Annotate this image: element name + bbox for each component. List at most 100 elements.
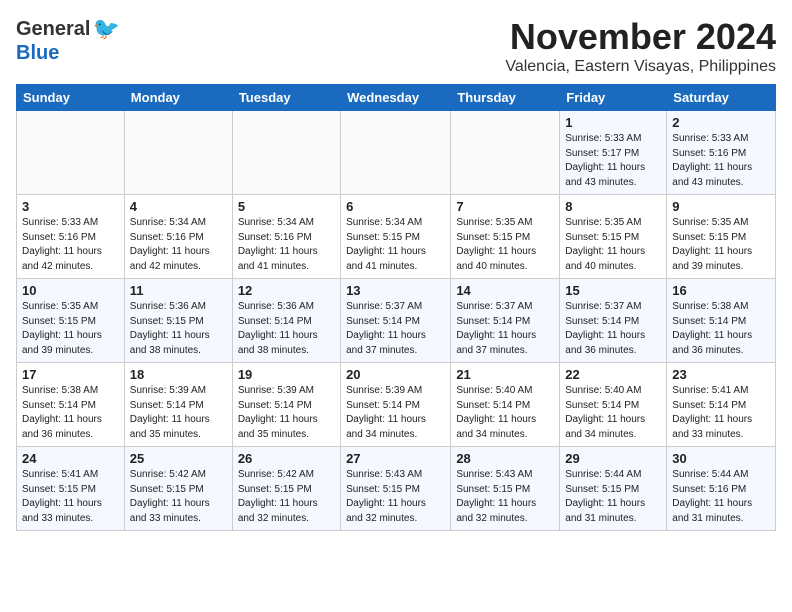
day-detail: Sunrise: 5:40 AMSunset: 5:14 PMDaylight:… (565, 384, 661, 442)
week-row-2: 3Sunrise: 5:33 AMSunset: 5:16 PMDaylight… (17, 195, 776, 279)
day-detail: Sunrise: 5:33 AMSunset: 5:17 PMDaylight:… (565, 132, 661, 190)
logo-bird-icon: 🐦 (92, 16, 119, 42)
title-block: November 2024 Valencia, Eastern Visayas,… (505, 16, 776, 76)
calendar-table: SundayMondayTuesdayWednesdayThursdayFrid… (16, 84, 776, 531)
calendar-cell: 8 Sunrise: 5:35 AMSunset: 5:15 PMDaylight… (560, 195, 667, 279)
day-detail: Sunrise: 5:33 AMSunset: 5:16 PMDaylight:… (672, 132, 770, 190)
calendar-cell: 11 Sunrise: 5:36 AMSunset: 5:15 PMDayligh… (124, 279, 232, 363)
day-detail: Sunrise: 5:39 AMSunset: 5:14 PMDaylight:… (130, 384, 227, 442)
weekday-header-tuesday: Tuesday (232, 85, 340, 111)
day-number: 25 (130, 451, 227, 466)
day-detail: Sunrise: 5:42 AMSunset: 5:15 PMDaylight:… (130, 468, 227, 526)
day-number: 3 (22, 199, 119, 214)
calendar-cell: 29 Sunrise: 5:44 AMSunset: 5:15 PMDayligh… (560, 447, 667, 531)
calendar-cell: 21 Sunrise: 5:40 AMSunset: 5:14 PMDayligh… (451, 363, 560, 447)
day-number: 16 (672, 283, 770, 298)
day-detail: Sunrise: 5:36 AMSunset: 5:14 PMDaylight:… (238, 300, 335, 358)
calendar-cell: 3Sunrise: 5:33 AMSunset: 5:16 PMDaylight… (17, 195, 125, 279)
day-detail: Sunrise: 5:34 AMSunset: 5:16 PMDaylight:… (238, 216, 335, 274)
day-number: 19 (238, 367, 335, 382)
calendar-cell: 4 Sunrise: 5:34 AMSunset: 5:16 PMDaylight… (124, 195, 232, 279)
day-number: 28 (456, 451, 554, 466)
day-detail: Sunrise: 5:39 AMSunset: 5:14 PMDaylight:… (238, 384, 335, 442)
weekday-header-saturday: Saturday (667, 85, 776, 111)
weekday-header-monday: Monday (124, 85, 232, 111)
calendar-cell: 13Sunrise: 5:37 AMSunset: 5:14 PMDayligh… (341, 279, 451, 363)
calendar-cell: 25 Sunrise: 5:42 AMSunset: 5:15 PMDayligh… (124, 447, 232, 531)
day-detail: Sunrise: 5:37 AMSunset: 5:14 PMDaylight:… (565, 300, 661, 358)
day-number: 5 (238, 199, 335, 214)
calendar-cell: 17 Sunrise: 5:38 AMSunset: 5:14 PMDayligh… (17, 363, 125, 447)
day-detail: Sunrise: 5:35 AMSunset: 5:15 PMDaylight:… (565, 216, 661, 274)
weekday-header-row: SundayMondayTuesdayWednesdayThursdayFrid… (17, 85, 776, 111)
weekday-header-friday: Friday (560, 85, 667, 111)
page-header: General 🐦 Blue November 2024 Valencia, E… (16, 16, 776, 76)
calendar-cell: 28 Sunrise: 5:43 AMSunset: 5:15 PMDayligh… (451, 447, 560, 531)
calendar-cell: 20Sunrise: 5:39 AMSunset: 5:14 PMDayligh… (341, 363, 451, 447)
day-detail: Sunrise: 5:35 AMSunset: 5:15 PMDaylight:… (456, 216, 554, 274)
calendar-cell: 19 Sunrise: 5:39 AMSunset: 5:14 PMDayligh… (232, 363, 340, 447)
calendar-cell: 6Sunrise: 5:34 AMSunset: 5:15 PMDaylight… (341, 195, 451, 279)
day-detail: Sunrise: 5:38 AMSunset: 5:14 PMDaylight:… (22, 384, 119, 442)
calendar-cell: 26 Sunrise: 5:42 AMSunset: 5:15 PMDayligh… (232, 447, 340, 531)
week-row-4: 17 Sunrise: 5:38 AMSunset: 5:14 PMDayligh… (17, 363, 776, 447)
calendar-cell (124, 111, 232, 195)
day-number: 29 (565, 451, 661, 466)
calendar-cell: 12 Sunrise: 5:36 AMSunset: 5:14 PMDayligh… (232, 279, 340, 363)
day-detail: Sunrise: 5:37 AMSunset: 5:14 PMDaylight:… (456, 300, 554, 358)
calendar-cell: 7 Sunrise: 5:35 AMSunset: 5:15 PMDaylight… (451, 195, 560, 279)
logo-general-text: General (16, 18, 90, 41)
calendar-cell (17, 111, 125, 195)
day-number: 7 (456, 199, 554, 214)
day-number: 18 (130, 367, 227, 382)
day-number: 6 (346, 199, 445, 214)
calendar-cell: 23Sunrise: 5:41 AMSunset: 5:14 PMDayligh… (667, 363, 776, 447)
calendar-cell: 16 Sunrise: 5:38 AMSunset: 5:14 PMDayligh… (667, 279, 776, 363)
day-number: 14 (456, 283, 554, 298)
calendar-cell (341, 111, 451, 195)
day-number: 17 (22, 367, 119, 382)
day-number: 15 (565, 283, 661, 298)
day-number: 8 (565, 199, 661, 214)
day-detail: Sunrise: 5:44 AMSunset: 5:16 PMDaylight:… (672, 468, 770, 526)
week-row-3: 10Sunrise: 5:35 AMSunset: 5:15 PMDayligh… (17, 279, 776, 363)
weekday-header-wednesday: Wednesday (341, 85, 451, 111)
day-number: 22 (565, 367, 661, 382)
calendar-cell: 2 Sunrise: 5:33 AMSunset: 5:16 PMDaylight… (667, 111, 776, 195)
day-detail: Sunrise: 5:34 AMSunset: 5:16 PMDaylight:… (130, 216, 227, 274)
weekday-header-sunday: Sunday (17, 85, 125, 111)
day-number: 2 (672, 115, 770, 130)
calendar-cell: 15 Sunrise: 5:37 AMSunset: 5:14 PMDayligh… (560, 279, 667, 363)
week-row-5: 24 Sunrise: 5:41 AMSunset: 5:15 PMDayligh… (17, 447, 776, 531)
day-number: 24 (22, 451, 119, 466)
day-detail: Sunrise: 5:42 AMSunset: 5:15 PMDaylight:… (238, 468, 335, 526)
day-number: 21 (456, 367, 554, 382)
day-detail: Sunrise: 5:40 AMSunset: 5:14 PMDaylight:… (456, 384, 554, 442)
day-number: 4 (130, 199, 227, 214)
day-detail: Sunrise: 5:41 AMSunset: 5:15 PMDaylight:… (22, 468, 119, 526)
calendar-cell: 5 Sunrise: 5:34 AMSunset: 5:16 PMDaylight… (232, 195, 340, 279)
day-detail: Sunrise: 5:38 AMSunset: 5:14 PMDaylight:… (672, 300, 770, 358)
day-detail: Sunrise: 5:36 AMSunset: 5:15 PMDaylight:… (130, 300, 227, 358)
day-number: 12 (238, 283, 335, 298)
calendar-subtitle: Valencia, Eastern Visayas, Philippines (505, 58, 776, 76)
day-number: 27 (346, 451, 445, 466)
day-number: 20 (346, 367, 445, 382)
day-number: 23 (672, 367, 770, 382)
day-number: 11 (130, 283, 227, 298)
day-number: 9 (672, 199, 770, 214)
week-row-1: 1Sunrise: 5:33 AMSunset: 5:17 PMDaylight… (17, 111, 776, 195)
day-number: 10 (22, 283, 119, 298)
calendar-cell: 30Sunrise: 5:44 AMSunset: 5:16 PMDayligh… (667, 447, 776, 531)
logo-blue-text: Blue (16, 42, 59, 65)
calendar-cell (451, 111, 560, 195)
calendar-cell: 27Sunrise: 5:43 AMSunset: 5:15 PMDayligh… (341, 447, 451, 531)
day-number: 26 (238, 451, 335, 466)
calendar-cell: 14 Sunrise: 5:37 AMSunset: 5:14 PMDayligh… (451, 279, 560, 363)
calendar-cell: 10Sunrise: 5:35 AMSunset: 5:15 PMDayligh… (17, 279, 125, 363)
day-detail: Sunrise: 5:35 AMSunset: 5:15 PMDaylight:… (672, 216, 770, 274)
logo: General 🐦 Blue (16, 16, 120, 65)
calendar-cell: 9 Sunrise: 5:35 AMSunset: 5:15 PMDaylight… (667, 195, 776, 279)
day-detail: Sunrise: 5:43 AMSunset: 5:15 PMDaylight:… (456, 468, 554, 526)
day-detail: Sunrise: 5:44 AMSunset: 5:15 PMDaylight:… (565, 468, 661, 526)
